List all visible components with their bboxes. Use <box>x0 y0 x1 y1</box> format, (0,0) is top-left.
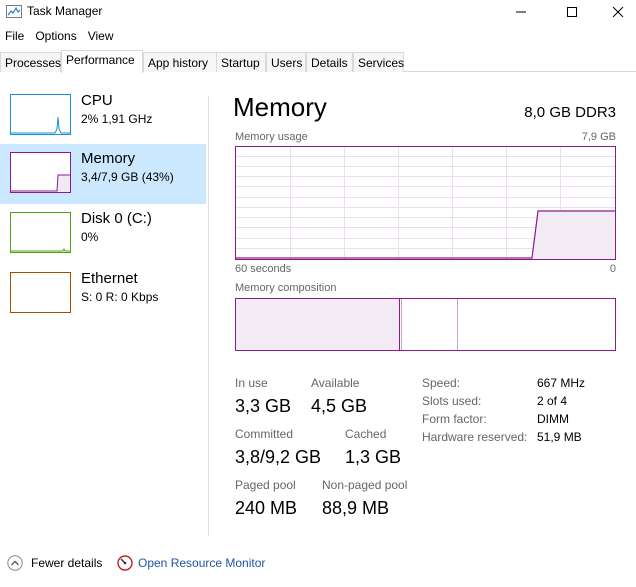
footer: Fewer details Open Resource Monitor <box>0 553 636 575</box>
non-paged-pool-value: 88,9 MB <box>322 498 390 518</box>
tab-app-history[interactable]: App history <box>143 52 217 72</box>
menu-bar: File Options View <box>0 27 120 47</box>
speed-label: Speed: <box>422 376 461 390</box>
cached-label: Cached <box>345 427 387 441</box>
sidebar-item-cpu[interactable]: CPU 2% 1,91 GHz <box>0 86 206 146</box>
memory-spec: 8,0 GB DDR3 <box>524 104 616 121</box>
memory-usage-label: Memory usage <box>235 131 308 143</box>
slots-label: Slots used: <box>422 394 482 408</box>
in-use-value: 3,3 GB <box>235 396 292 416</box>
committed-label: Committed <box>235 427 294 441</box>
sidebar-item-label: Ethernet <box>81 270 138 287</box>
sidebar-item-label: Memory <box>81 150 136 167</box>
paged-pool-value: 240 MB <box>235 498 298 518</box>
maximize-icon <box>567 7 577 17</box>
available-label: Available <box>311 376 360 390</box>
disk-thumbnail <box>10 212 71 253</box>
memory-usage-max: 7,9 GB <box>581 131 616 143</box>
sidebar-item-sub: 0% <box>81 230 99 244</box>
hardware-reserved-label: Hardware reserved: <box>422 430 528 444</box>
resource-monitor-icon <box>117 555 133 571</box>
memory-thumbnail <box>10 152 71 193</box>
form-factor-value: DIMM <box>537 412 569 426</box>
sidebar-item-label: CPU <box>81 92 113 109</box>
sidebar-item-sub: S: 0 R: 0 Kbps <box>81 290 159 304</box>
sidebar-item-ethernet[interactable]: Ethernet S: 0 R: 0 Kbps <box>0 264 206 324</box>
time-axis-zero: 0 <box>609 263 616 275</box>
sidebar-item-memory[interactable]: Memory 3,4/7,9 GB (43%) <box>0 144 206 204</box>
tab-services[interactable]: Services <box>353 52 404 72</box>
tab-details[interactable]: Details <box>306 52 353 72</box>
task-manager-icon <box>6 5 22 18</box>
menu-file[interactable]: File <box>0 27 30 47</box>
sidebar-item-label: Disk 0 (C:) <box>81 210 152 227</box>
minimize-icon <box>516 11 526 13</box>
title-bar: Task Manager <box>0 0 636 26</box>
chevron-up-icon[interactable] <box>7 555 23 571</box>
open-resource-monitor-link[interactable]: Open Resource Monitor <box>138 556 265 570</box>
close-button[interactable] <box>595 0 636 24</box>
tab-processes[interactable]: Processes <box>0 52 61 72</box>
form-factor-label: Form factor: <box>422 412 487 426</box>
ethernet-thumbnail <box>10 272 71 313</box>
hardware-reserved-value: 51,9 MB <box>537 430 582 444</box>
memory-composition-bar <box>235 298 616 351</box>
close-icon <box>612 6 624 18</box>
committed-value: 3,8/9,2 GB <box>235 447 322 467</box>
sidebar-divider <box>208 96 209 536</box>
menu-options[interactable]: Options <box>30 27 82 47</box>
memory-composition-label: Memory composition <box>235 282 337 294</box>
available-value: 4,5 GB <box>311 396 368 416</box>
time-axis-label: 60 seconds <box>235 263 292 275</box>
tab-bar: Processes Performance App history Startu… <box>0 50 636 73</box>
sidebar-item-disk[interactable]: Disk 0 (C:) 0% <box>0 204 206 264</box>
sidebar-item-sub: 2% 1,91 GHz <box>81 112 153 126</box>
sidebar-item-sub: 3,4/7,9 GB (43%) <box>81 170 174 184</box>
tab-startup[interactable]: Startup <box>216 52 266 72</box>
slots-value: 2 of 4 <box>537 394 568 408</box>
maximize-button[interactable] <box>549 0 595 24</box>
menu-view[interactable]: View <box>83 27 120 47</box>
minimize-button[interactable] <box>498 0 544 24</box>
tab-users[interactable]: Users <box>266 52 306 72</box>
paged-pool-label: Paged pool <box>235 478 296 492</box>
speed-value: 667 MHz <box>537 376 586 390</box>
tab-performance[interactable]: Performance <box>61 50 143 73</box>
in-use-label: In use <box>235 376 268 390</box>
memory-usage-graph <box>235 146 616 260</box>
resource-sidebar: CPU 2% 1,91 GHz Memory 3,4/7,9 GB (43%) … <box>0 86 208 536</box>
cached-value: 1,3 GB <box>345 447 402 467</box>
cpu-thumbnail <box>10 94 71 135</box>
non-paged-pool-label: Non-paged pool <box>322 478 408 492</box>
window-title: Task Manager <box>27 4 103 18</box>
fewer-details-button[interactable]: Fewer details <box>31 556 102 570</box>
page-title: Memory <box>233 92 327 122</box>
